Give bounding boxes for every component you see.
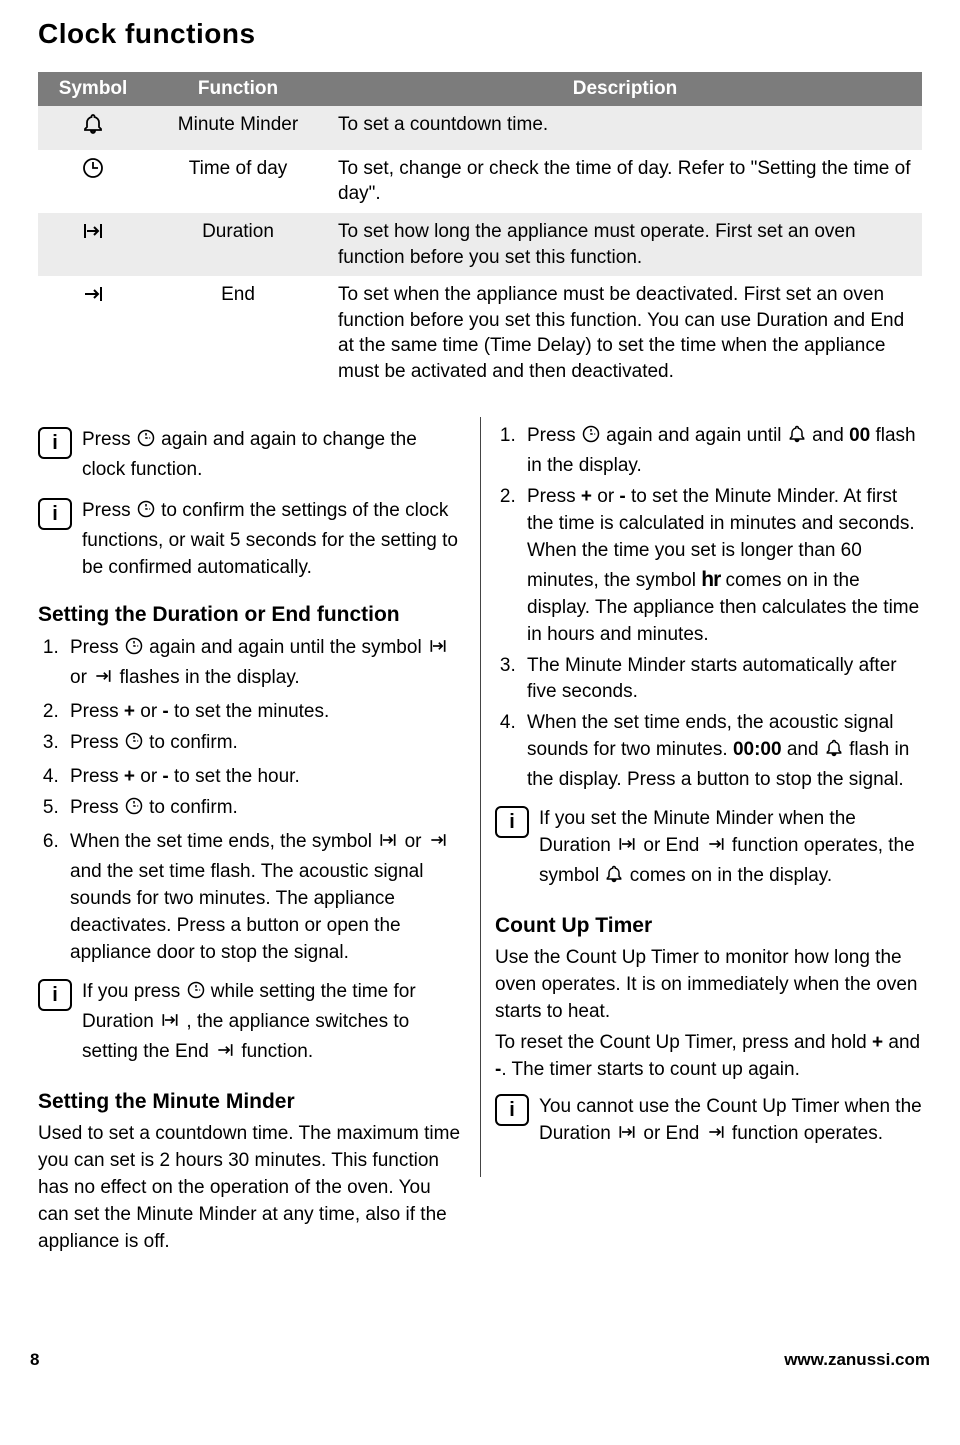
info-icon (495, 1094, 529, 1126)
fn-desc: To set how long the appliance must opera… (328, 213, 922, 276)
duration-icon (616, 834, 638, 863)
hr-symbol: hr (701, 568, 720, 591)
steps-minute-minder: Press again and again until and 00 flash… (495, 421, 922, 797)
footer-url: www.zanussi.com (784, 1350, 930, 1370)
list-item: Press again and again until and 00 flash… (521, 421, 922, 482)
zero-zero: 00 (849, 425, 870, 446)
fn-desc: To set, change or check the time of day.… (328, 150, 922, 213)
th-symbol: Symbol (38, 72, 148, 106)
note-text: Press (82, 500, 136, 521)
paragraph: To reset the Count Up Timer, press and h… (495, 1030, 922, 1084)
info-note: If you press while setting the time for … (38, 979, 465, 1069)
th-description: Description (328, 72, 922, 106)
info-icon (495, 806, 529, 838)
duration-icon (377, 830, 399, 859)
fn-name: Time of day (148, 150, 328, 213)
note-text: or End (638, 1123, 705, 1144)
clock-icon (81, 156, 105, 188)
fn-desc: To set a countdown time. (328, 106, 922, 150)
clock-button-icon (136, 499, 156, 528)
info-note: Press to confirm the settings of the clo… (38, 498, 465, 582)
list-item: When the set time ends, the symbol or an… (64, 827, 465, 969)
page-number: 8 (30, 1350, 39, 1370)
list-item: Press + or - to set the hour. (64, 762, 465, 793)
list-item: The Minute Minder starts automatically a… (521, 651, 922, 709)
paragraph: Use the Count Up Timer to monitor how lo… (495, 945, 922, 1026)
info-icon (38, 427, 72, 459)
left-column: Press again and again to change the cloc… (38, 417, 465, 1260)
fn-name: Minute Minder (148, 106, 328, 150)
end-icon (81, 282, 105, 314)
note-text: or End (638, 835, 705, 856)
column-divider (480, 417, 481, 1177)
list-item: Press + or - to set the Minute Minder. A… (521, 482, 922, 651)
table-row: Time of day To set, change or check the … (38, 150, 922, 213)
list-item: Press to confirm. (64, 793, 465, 827)
note-text: Press (82, 429, 136, 450)
fn-desc: To set when the appliance must be deacti… (328, 276, 922, 391)
info-icon (38, 498, 72, 530)
bell-icon (824, 738, 844, 767)
table-row: End To set when the appliance must be de… (38, 276, 922, 391)
paragraph: Used to set a countdown time. The maximu… (38, 1121, 465, 1256)
clock-button-icon (581, 424, 601, 453)
info-note: If you set the Minute Minder when the Du… (495, 806, 922, 893)
bell-icon (604, 864, 624, 893)
list-item: Press again and again until the symbol o… (64, 633, 465, 697)
note-text: function operates. (727, 1123, 883, 1144)
end-icon (705, 1122, 727, 1151)
duration-icon (427, 636, 449, 665)
table-row: Minute Minder To set a countdown time. (38, 106, 922, 150)
page-title: Clock functions (38, 18, 922, 50)
note-text: comes on in the display. (624, 865, 832, 886)
fn-name: Duration (148, 213, 328, 276)
duration-icon (616, 1122, 638, 1151)
time-zero: 00:00 (733, 739, 782, 760)
clock-button-icon (124, 796, 144, 825)
subheading-duration-end: Setting the Duration or End function (38, 600, 465, 630)
clock-button-icon (124, 636, 144, 665)
clock-button-icon (186, 980, 206, 1009)
end-icon (214, 1040, 236, 1069)
duration-icon (81, 219, 105, 251)
fn-name: End (148, 276, 328, 391)
bell-icon (81, 112, 105, 144)
duration-icon (159, 1010, 181, 1039)
end-icon (705, 834, 727, 863)
steps-duration-end: Press again and again until the symbol o… (38, 633, 465, 969)
function-table: Symbol Function Description Minute Minde… (38, 72, 922, 391)
clock-button-icon (124, 731, 144, 760)
info-note: You cannot use the Count Up Timer when t… (495, 1094, 922, 1151)
list-item: When the set time ends, the acoustic sig… (521, 708, 922, 796)
end-icon (427, 830, 449, 859)
note-text: function. (236, 1041, 313, 1062)
bell-icon (787, 424, 807, 453)
subheading-minute-minder: Setting the Minute Minder (38, 1087, 465, 1117)
subheading-count-up: Count Up Timer (495, 911, 922, 941)
end-icon (92, 666, 114, 695)
list-item: Press + or - to set the minutes. (64, 697, 465, 728)
clock-button-icon (136, 428, 156, 457)
info-icon (38, 979, 72, 1011)
note-text: If you press (82, 981, 186, 1002)
th-function: Function (148, 72, 328, 106)
right-column: Press again and again until and 00 flash… (495, 417, 922, 1260)
info-note: Press again and again to change the cloc… (38, 427, 465, 484)
list-item: Press to confirm. (64, 728, 465, 762)
table-row: Duration To set how long the appliance m… (38, 213, 922, 276)
